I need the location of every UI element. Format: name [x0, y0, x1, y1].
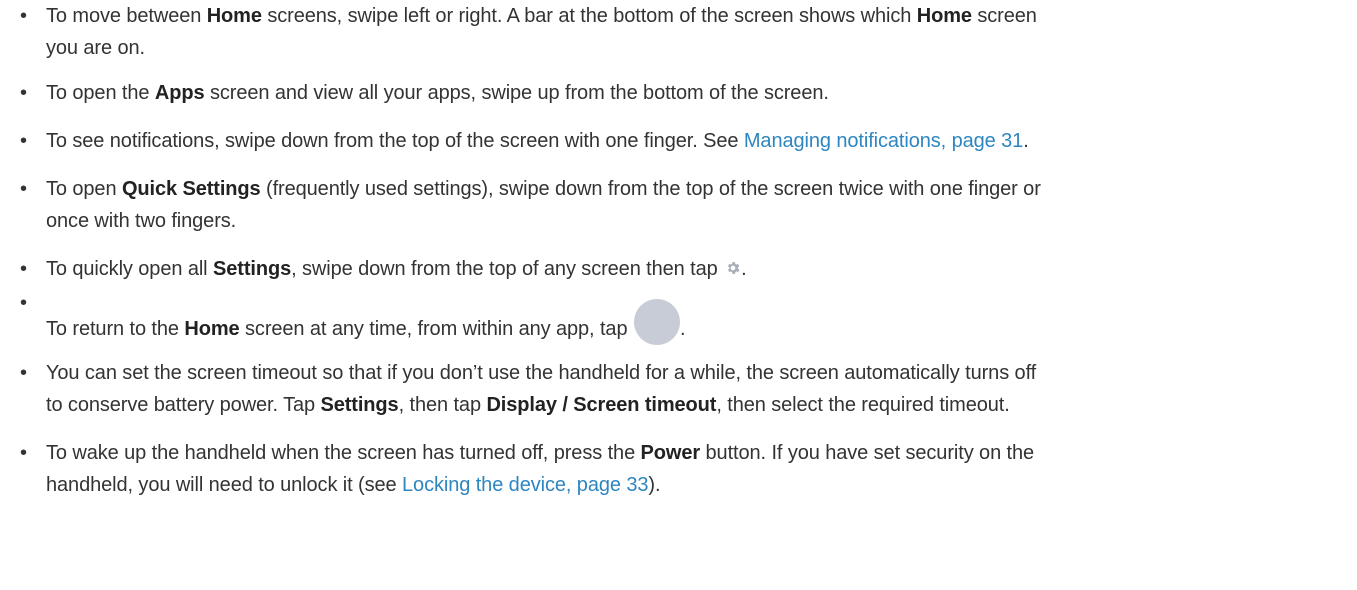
list-item: • To move between Home screens, swipe le… [0, 0, 1357, 64]
text-run: (frequently used settings), swipe down f… [260, 178, 1041, 200]
bullet-dot: • [20, 178, 27, 200]
text-run: To quickly open all [46, 258, 213, 280]
list-item: • To see notifications, swipe down from … [0, 125, 1357, 157]
bullet-dot: • [20, 292, 27, 314]
bullet-dot: • [20, 130, 27, 152]
bullet-dot: • [20, 258, 27, 280]
text-run: screen at any time, from within any app,… [239, 318, 633, 340]
bold-term-home: Home [206, 5, 262, 27]
text-run: To move between [46, 5, 207, 27]
bold-term-home: Home [184, 318, 240, 340]
bold-term-display-screen-timeout: Display / Screen timeout [486, 394, 717, 416]
bullet-dot: • [20, 5, 27, 27]
text-run: . [679, 318, 686, 340]
bullet-dot: • [20, 82, 27, 104]
list-item: • You can set the screen timeout so that… [0, 357, 1357, 421]
bold-term-settings: Settings [320, 394, 399, 416]
text-run: To return to the [46, 318, 185, 340]
bold-term-quick-settings: Quick Settings [121, 178, 261, 200]
text-run: To wake up the handheld when the screen … [46, 442, 641, 464]
text-run: To see notifications, swipe down from th… [46, 130, 744, 152]
text-run: To open the [46, 82, 155, 104]
bold-term-home: Home [916, 5, 972, 27]
text-run: . [741, 258, 747, 280]
list-item: • To wake up the handheld when the scree… [0, 437, 1357, 501]
text-run: you are on. [46, 37, 145, 59]
text-run: , swipe down from the top of any screen … [291, 258, 724, 280]
bold-term-apps: Apps [154, 82, 205, 104]
bold-term-power: Power [640, 442, 701, 464]
text-run: . [1023, 130, 1029, 152]
text-run: , then select the required timeout. [716, 394, 1010, 416]
document-page: • To move between Home screens, swipe le… [0, 0, 1357, 590]
bullet-dot: • [20, 442, 27, 464]
instruction-list: • To move between Home screens, swipe le… [0, 0, 1357, 501]
text-run: screens, swipe left or right. A bar at t… [261, 5, 917, 27]
text-run: handheld, you will need to unlock it (se… [46, 474, 403, 496]
link-managing-notifications[interactable]: Managing notifications, page 31 [744, 130, 1023, 152]
text-run: once with two fingers. [46, 210, 237, 232]
text-run: button. If you have set security on the [700, 442, 1035, 464]
list-item: • To return to the Home screen at any ti… [0, 291, 1357, 345]
list-item: • To quickly open all Settings, swipe do… [0, 253, 1357, 285]
list-item: • To open Quick Settings (frequently use… [0, 173, 1357, 237]
text-run: screen and view all your apps, swipe up … [204, 82, 829, 104]
link-locking-the-device[interactable]: Locking the device, page 33 [402, 474, 648, 496]
text-run: to conserve battery power. Tap [46, 394, 321, 416]
bold-term-settings: Settings [213, 258, 292, 280]
text-run: To open [46, 178, 122, 200]
gear-icon [728, 262, 740, 274]
home-button-icon [633, 299, 680, 345]
text-run: , then tap [398, 394, 487, 416]
text-run: You can set the screen timeout so that i… [46, 362, 1037, 384]
bullet-dot: • [20, 362, 27, 384]
list-item: • To open the Apps screen and view all y… [0, 77, 1357, 109]
text-run: ). [648, 474, 661, 496]
text-run: screen [971, 5, 1037, 27]
